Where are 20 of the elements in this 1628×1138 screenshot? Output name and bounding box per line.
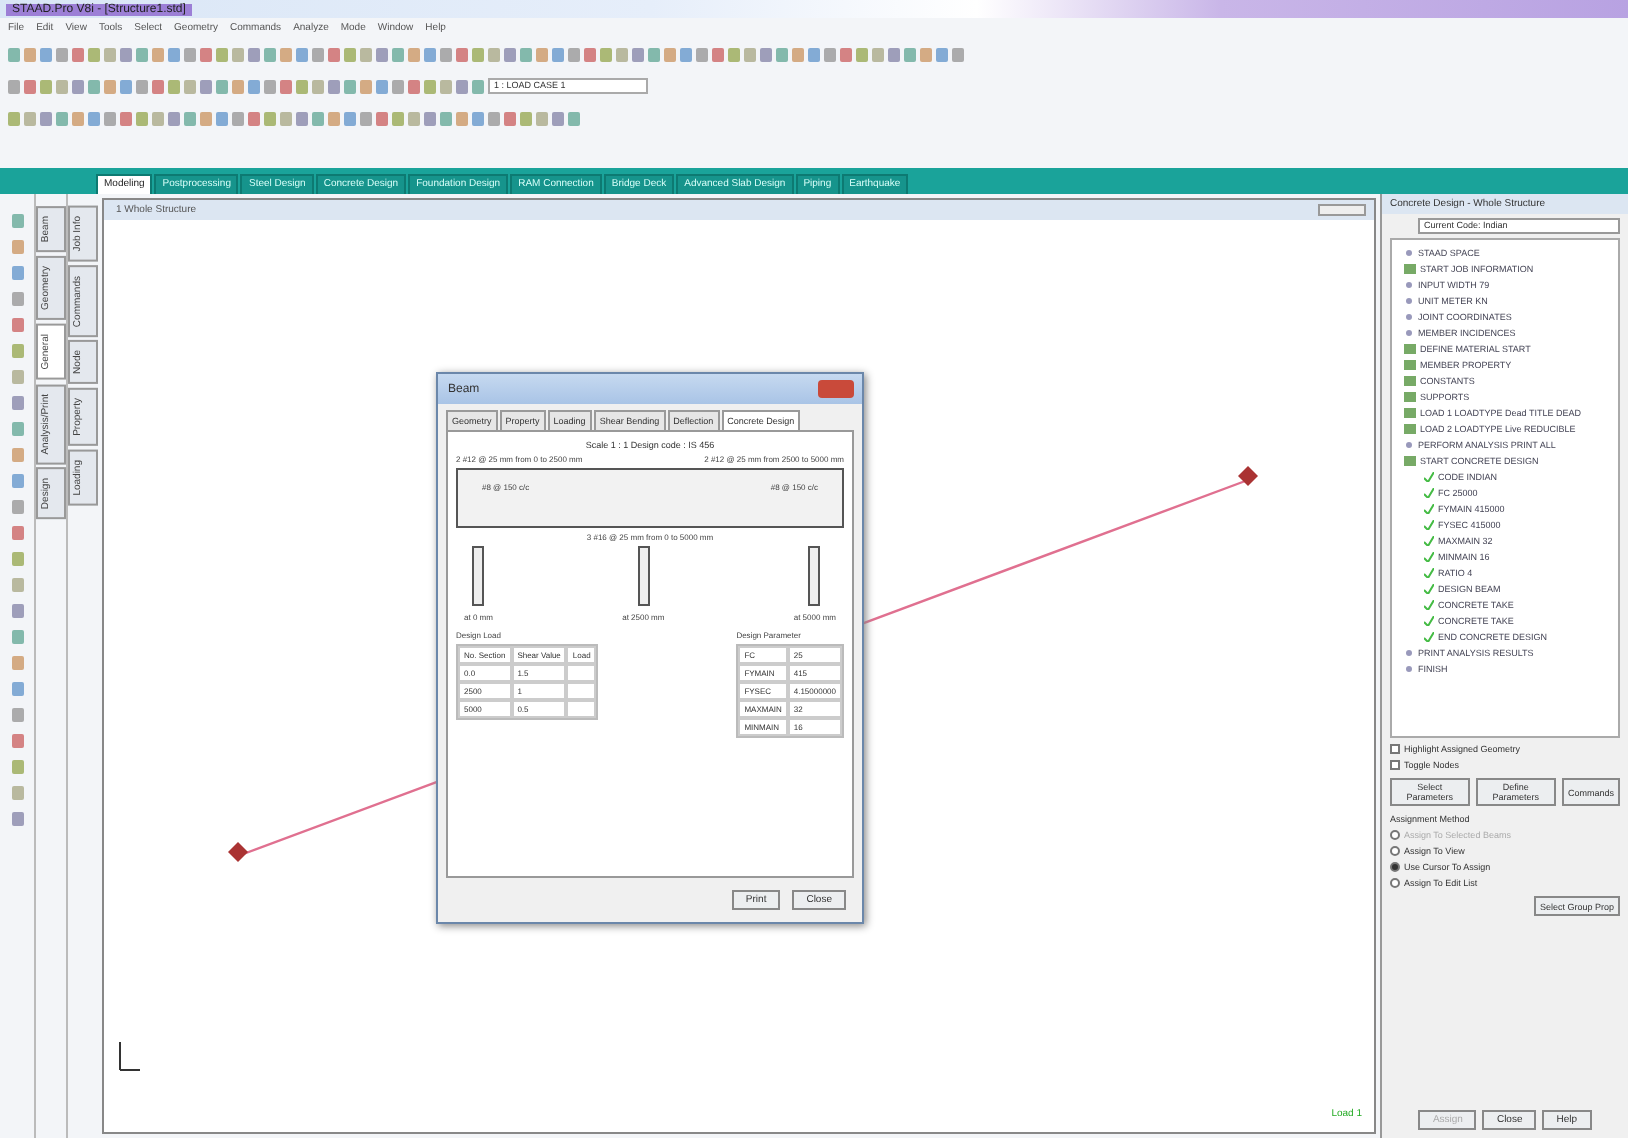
close-icon[interactable]	[818, 380, 854, 398]
folder-icon	[1404, 455, 1416, 465]
table-cell	[566, 664, 597, 682]
section-drawing	[472, 546, 485, 606]
item-icon	[1404, 439, 1414, 449]
section-drawing	[637, 546, 650, 606]
folder-icon	[1404, 263, 1416, 273]
window-controls-icon[interactable]	[1318, 204, 1366, 216]
section-drawing	[808, 546, 821, 606]
checkbox[interactable]	[1390, 760, 1400, 770]
checkbox[interactable]	[1390, 744, 1400, 754]
radio-button[interactable]	[1390, 862, 1400, 872]
item-icon	[1404, 247, 1414, 257]
node-icon	[228, 842, 248, 862]
table-cell	[566, 682, 597, 700]
axis-icon	[119, 1041, 141, 1071]
node-icon	[1238, 466, 1258, 486]
table-cell	[566, 700, 597, 718]
radio-button[interactable]	[1390, 878, 1400, 888]
radio-button[interactable]	[1390, 846, 1400, 856]
